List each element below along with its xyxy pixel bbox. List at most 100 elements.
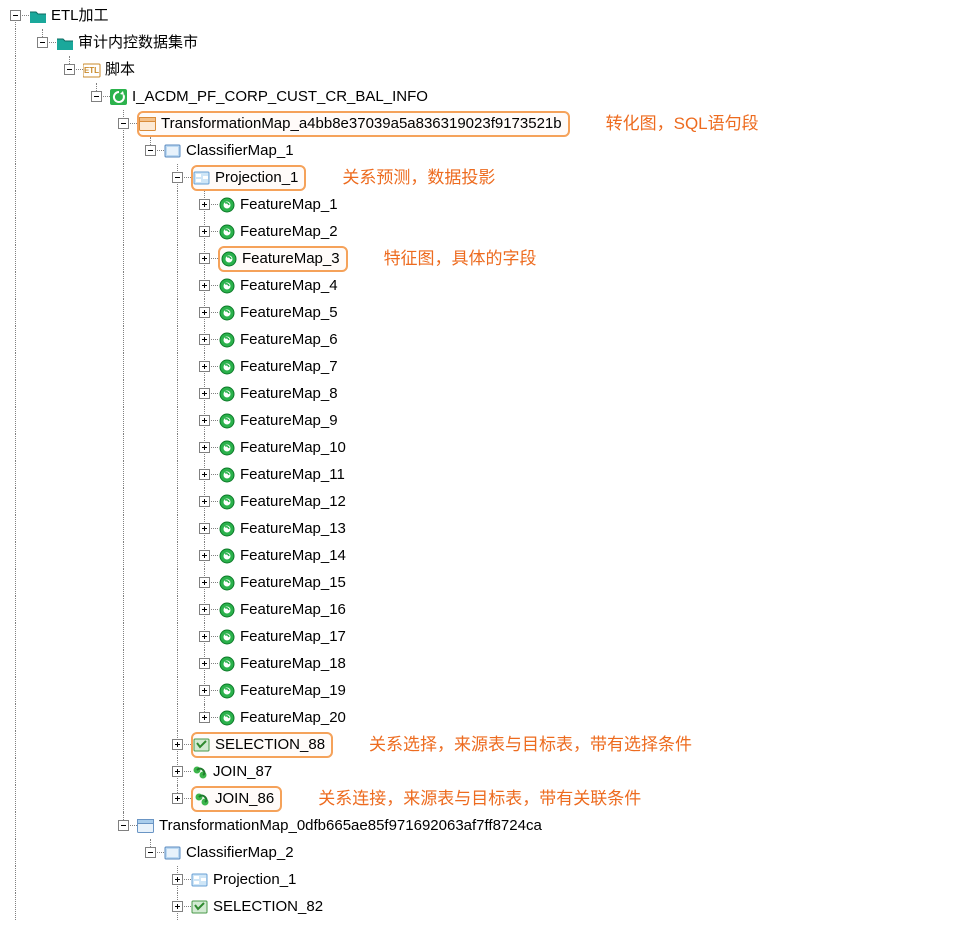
expand-icon[interactable] bbox=[199, 442, 210, 453]
collapse-icon[interactable] bbox=[118, 820, 129, 831]
tree-row[interactable]: FeatureMap_10 bbox=[2, 434, 980, 461]
node-featuremap-11[interactable]: FeatureMap_11 bbox=[238, 467, 347, 482]
node-featuremap-6[interactable]: FeatureMap_6 bbox=[238, 332, 340, 347]
collapse-icon[interactable] bbox=[172, 172, 183, 183]
expand-icon[interactable] bbox=[199, 604, 210, 615]
node-featuremap-8[interactable]: FeatureMap_8 bbox=[238, 386, 340, 401]
expand-icon[interactable] bbox=[199, 631, 210, 642]
tree-row[interactable]: FeatureMap_11 bbox=[2, 461, 980, 488]
collapse-icon[interactable] bbox=[64, 64, 75, 75]
tree-row[interactable]: FeatureMap_7 bbox=[2, 353, 980, 380]
node-scripts[interactable]: 脚本 bbox=[103, 62, 137, 77]
tree-row[interactable]: TransformationMap_0dfb665ae85f971692063a… bbox=[2, 812, 980, 839]
tree-row[interactable]: FeatureMap_13 bbox=[2, 515, 980, 542]
expand-icon[interactable] bbox=[199, 280, 210, 291]
node-featuremap-20[interactable]: FeatureMap_20 bbox=[238, 710, 348, 725]
expand-icon[interactable] bbox=[172, 766, 183, 777]
tree-row[interactable]: Projection_1关系预测，数据投影 bbox=[2, 164, 980, 191]
node-featuremap-2[interactable]: FeatureMap_2 bbox=[238, 224, 340, 239]
expand-icon[interactable] bbox=[199, 334, 210, 345]
node-featuremap-18[interactable]: FeatureMap_18 bbox=[238, 656, 348, 671]
collapse-icon[interactable] bbox=[10, 10, 21, 21]
expand-icon[interactable] bbox=[199, 523, 210, 534]
expand-icon[interactable] bbox=[199, 415, 210, 426]
expand-icon[interactable] bbox=[199, 226, 210, 237]
tree-row[interactable]: FeatureMap_9 bbox=[2, 407, 980, 434]
tree-row[interactable]: FeatureMap_12 bbox=[2, 488, 980, 515]
expand-icon[interactable] bbox=[199, 307, 210, 318]
collapse-icon[interactable] bbox=[145, 145, 156, 156]
node-audit-mart[interactable]: 审计内控数据集市 bbox=[76, 35, 200, 50]
tree-row[interactable]: FeatureMap_17 bbox=[2, 623, 980, 650]
tree-row[interactable]: FeatureMap_20 bbox=[2, 704, 980, 731]
collapse-icon[interactable] bbox=[37, 37, 48, 48]
tree-row[interactable]: FeatureMap_14 bbox=[2, 542, 980, 569]
expand-icon[interactable] bbox=[199, 469, 210, 480]
node-etl-root[interactable]: ETL加工 bbox=[49, 8, 111, 23]
tree-view[interactable]: ETL加工审计内控数据集市脚本 I_ACDM_PF_CORP_CUST_CR_BA… bbox=[2, 2, 980, 920]
node-featuremap-13[interactable]: FeatureMap_13 bbox=[238, 521, 348, 536]
expand-icon[interactable] bbox=[172, 874, 183, 885]
node-projection-1[interactable]: Projection_1 bbox=[213, 170, 300, 185]
collapse-icon[interactable] bbox=[118, 118, 129, 129]
node-job-acdm[interactable]: I_ACDM_PF_CORP_CUST_CR_BAL_INFO bbox=[130, 89, 430, 104]
tree-row[interactable]: FeatureMap_5 bbox=[2, 299, 980, 326]
node-classifiermap-2[interactable]: ClassifierMap_2 bbox=[184, 845, 296, 860]
tree-row[interactable]: FeatureMap_18 bbox=[2, 650, 980, 677]
tree-row[interactable]: SELECTION_82 bbox=[2, 893, 980, 920]
tree-row[interactable]: SELECTION_88关系选择，来源表与目标表，带有选择条件 bbox=[2, 731, 980, 758]
node-featuremap-3[interactable]: FeatureMap_3 bbox=[240, 251, 342, 266]
tree-row[interactable]: Projection_1 bbox=[2, 866, 980, 893]
tree-row[interactable]: FeatureMap_6 bbox=[2, 326, 980, 353]
expand-icon[interactable] bbox=[199, 199, 210, 210]
tree-row[interactable]: FeatureMap_4 bbox=[2, 272, 980, 299]
node-featuremap-7[interactable]: FeatureMap_7 bbox=[238, 359, 340, 374]
tree-row[interactable]: FeatureMap_2 bbox=[2, 218, 980, 245]
node-featuremap-12[interactable]: FeatureMap_12 bbox=[238, 494, 348, 509]
tree-row[interactable]: I_ACDM_PF_CORP_CUST_CR_BAL_INFO bbox=[2, 83, 980, 110]
collapse-icon[interactable] bbox=[91, 91, 102, 102]
node-featuremap-16[interactable]: FeatureMap_16 bbox=[238, 602, 348, 617]
tree-row[interactable]: FeatureMap_19 bbox=[2, 677, 980, 704]
node-featuremap-5[interactable]: FeatureMap_5 bbox=[238, 305, 340, 320]
node-featuremap-1[interactable]: FeatureMap_1 bbox=[238, 197, 340, 212]
expand-icon[interactable] bbox=[199, 577, 210, 588]
node-featuremap-10[interactable]: FeatureMap_10 bbox=[238, 440, 348, 455]
expand-icon[interactable] bbox=[199, 388, 210, 399]
expand-icon[interactable] bbox=[199, 685, 210, 696]
tree-row[interactable]: ETL加工 bbox=[2, 2, 980, 29]
expand-icon[interactable] bbox=[172, 901, 183, 912]
node-featuremap-19[interactable]: FeatureMap_19 bbox=[238, 683, 348, 698]
node-featuremap-15[interactable]: FeatureMap_15 bbox=[238, 575, 348, 590]
tree-row[interactable]: 审计内控数据集市 bbox=[2, 29, 980, 56]
node-featuremap-4[interactable]: FeatureMap_4 bbox=[238, 278, 340, 293]
node-featuremap-14[interactable]: FeatureMap_14 bbox=[238, 548, 348, 563]
node-featuremap-17[interactable]: FeatureMap_17 bbox=[238, 629, 348, 644]
node-featuremap-9[interactable]: FeatureMap_9 bbox=[238, 413, 340, 428]
expand-icon[interactable] bbox=[172, 793, 183, 804]
node-classifiermap-1[interactable]: ClassifierMap_1 bbox=[184, 143, 296, 158]
collapse-icon[interactable] bbox=[145, 847, 156, 858]
tree-row[interactable]: ClassifierMap_1 bbox=[2, 137, 980, 164]
node-join-87[interactable]: JOIN_87 bbox=[211, 764, 274, 779]
tree-row[interactable]: ClassifierMap_2 bbox=[2, 839, 980, 866]
tree-row[interactable]: FeatureMap_1 bbox=[2, 191, 980, 218]
tree-row[interactable]: FeatureMap_3特征图，具体的字段 bbox=[2, 245, 980, 272]
expand-icon[interactable] bbox=[199, 361, 210, 372]
tree-row[interactable]: TransformationMap_a4bb8e37039a5a83631902… bbox=[2, 110, 980, 137]
expand-icon[interactable] bbox=[199, 253, 210, 264]
node-selection-88[interactable]: SELECTION_88 bbox=[213, 737, 327, 752]
node-selection-82[interactable]: SELECTION_82 bbox=[211, 899, 325, 914]
expand-icon[interactable] bbox=[199, 550, 210, 561]
expand-icon[interactable] bbox=[199, 712, 210, 723]
tree-row[interactable]: JOIN_87 bbox=[2, 758, 980, 785]
expand-icon[interactable] bbox=[199, 496, 210, 507]
node-projection-2[interactable]: Projection_1 bbox=[211, 872, 298, 887]
node-transformationmap-1[interactable]: TransformationMap_a4bb8e37039a5a83631902… bbox=[159, 116, 564, 131]
tree-row[interactable]: FeatureMap_8 bbox=[2, 380, 980, 407]
tree-row[interactable]: FeatureMap_16 bbox=[2, 596, 980, 623]
tree-row[interactable]: 脚本 bbox=[2, 56, 980, 83]
tree-row[interactable]: JOIN_86关系连接，来源表与目标表，带有关联条件 bbox=[2, 785, 980, 812]
tree-row[interactable]: FeatureMap_15 bbox=[2, 569, 980, 596]
node-join-86[interactable]: JOIN_86 bbox=[213, 791, 276, 806]
